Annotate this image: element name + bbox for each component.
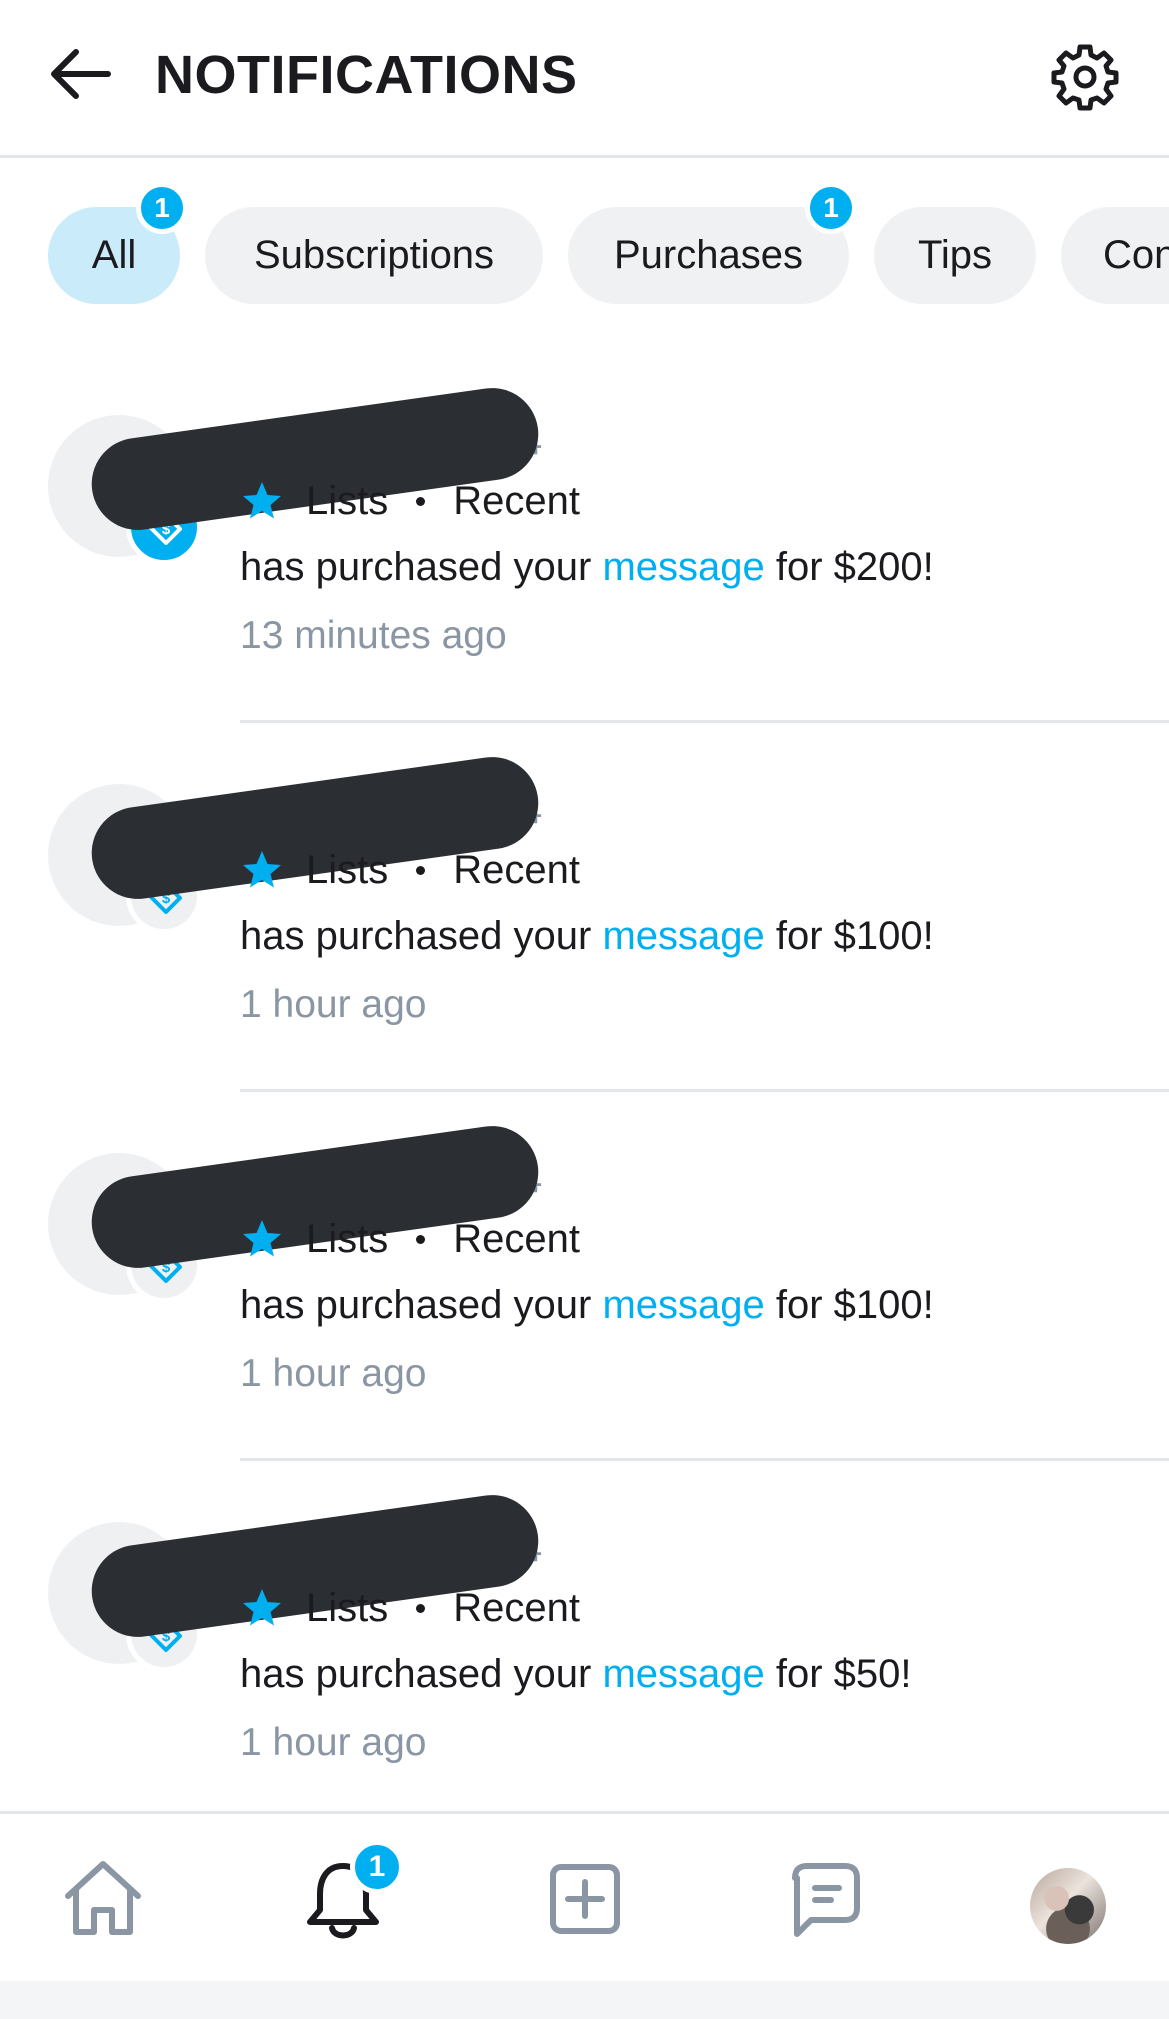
separator-dot xyxy=(416,1603,426,1613)
page-title: NOTIFICATIONS xyxy=(155,45,578,105)
recent-label[interactable]: Recent xyxy=(453,1586,580,1631)
recent-label[interactable]: Recent xyxy=(453,479,580,524)
notification-time: 1 hour ago xyxy=(240,1721,427,1764)
tab-badge: 1 xyxy=(805,182,857,234)
notification-item[interactable]: $ 4 Lists Recent has purchased your mess… xyxy=(0,702,1169,1092)
notification-time: 13 minutes ago xyxy=(240,614,507,657)
header: NOTIFICATIONS xyxy=(0,0,1169,158)
lists-label[interactable]: Lists xyxy=(306,848,388,893)
message-link[interactable]: message xyxy=(602,545,764,589)
user-meta: Lists Recent xyxy=(240,1211,580,1267)
notification-text: has purchased your message for $100! xyxy=(240,1277,934,1333)
tab-label: All xyxy=(91,233,137,277)
text-after: for $50! xyxy=(764,1652,912,1696)
notification-time: 1 hour ago xyxy=(240,1352,427,1395)
text-after: for $100! xyxy=(764,914,934,958)
notification-time: 1 hour ago xyxy=(240,983,427,1026)
lists-label[interactable]: Lists xyxy=(306,1217,388,1262)
notification-text: has purchased your message for $100! xyxy=(240,908,934,964)
nav-home[interactable] xyxy=(58,1854,148,1944)
separator-dot xyxy=(416,865,426,875)
bottom-nav: 1 xyxy=(0,1811,1169,1981)
tab-badge: 1 xyxy=(136,182,188,234)
notification-text: has purchased your message for $200! xyxy=(240,539,934,595)
text-before: has purchased your xyxy=(240,914,603,958)
tab-all[interactable]: All 1 xyxy=(48,182,188,304)
filter-tabs: All 1 Subscriptions Purchases 1 Tips Con xyxy=(0,158,1169,333)
message-link[interactable]: message xyxy=(602,1283,764,1327)
notification-item[interactable]: $ 4 Lists Recent has purchased your mess… xyxy=(0,1440,1169,1809)
text-before: has purchased your xyxy=(240,1283,603,1327)
message-link[interactable]: message xyxy=(602,1652,764,1696)
tab-label: Purchases xyxy=(614,233,803,277)
user-meta: Lists Recent xyxy=(240,842,580,898)
tab-label: Subscriptions xyxy=(253,233,495,277)
nav-add-post[interactable] xyxy=(540,1854,630,1944)
tab-comments[interactable]: Con xyxy=(1061,207,1169,304)
arrow-left-icon xyxy=(51,49,111,99)
lists-label[interactable]: Lists xyxy=(306,1586,388,1631)
app-root: NOTIFICATIONS All 1 Subscriptions Purcha… xyxy=(0,0,1169,2019)
profile-avatar[interactable] xyxy=(1030,1868,1106,1944)
notification-list: $ 4 Lists Recent has purchased your mess… xyxy=(0,333,1169,1811)
tab-tips[interactable]: Tips xyxy=(874,207,1036,304)
tab-subscriptions[interactable]: Subscriptions xyxy=(205,207,543,304)
nav-messages[interactable] xyxy=(781,1854,871,1944)
tab-purchases[interactable]: Purchases 1 xyxy=(568,182,857,304)
star-icon xyxy=(243,1589,281,1626)
notifications-badge: 1 xyxy=(350,1840,404,1894)
text-after: for $100! xyxy=(764,1283,934,1327)
star-icon xyxy=(243,851,281,888)
separator-dot xyxy=(416,1234,426,1244)
lists-label[interactable]: Lists xyxy=(306,479,388,524)
tab-label: Con xyxy=(1103,233,1169,277)
back-button[interactable] xyxy=(46,42,116,106)
add-post-icon xyxy=(550,1864,620,1934)
separator-dot xyxy=(416,496,426,506)
gear-icon xyxy=(1051,44,1119,111)
star-icon xyxy=(243,1220,281,1257)
settings-button[interactable] xyxy=(1050,42,1120,112)
home-icon xyxy=(65,1861,141,1935)
notification-text: has purchased your message for $50! xyxy=(240,1646,912,1702)
notification-item[interactable]: $ 4 Lists Recent has purchased your mess… xyxy=(0,1071,1169,1461)
text-after: for $200! xyxy=(764,545,934,589)
notification-item[interactable]: $ 4 Lists Recent has purchased your mess… xyxy=(0,333,1169,723)
message-link[interactable]: message xyxy=(602,914,764,958)
user-meta: Lists Recent xyxy=(240,473,580,529)
recent-label[interactable]: Recent xyxy=(453,1217,580,1262)
star-icon xyxy=(243,482,281,519)
user-meta: Lists Recent xyxy=(240,1580,580,1636)
recent-label[interactable]: Recent xyxy=(453,848,580,893)
nav-notifications[interactable]: 1 xyxy=(298,1840,404,1944)
messages-icon xyxy=(792,1863,860,1937)
tab-label: Tips xyxy=(917,233,993,277)
system-navigation-bar xyxy=(0,1981,1169,2019)
text-before: has purchased your xyxy=(240,545,603,589)
text-before: has purchased your xyxy=(240,1652,603,1696)
